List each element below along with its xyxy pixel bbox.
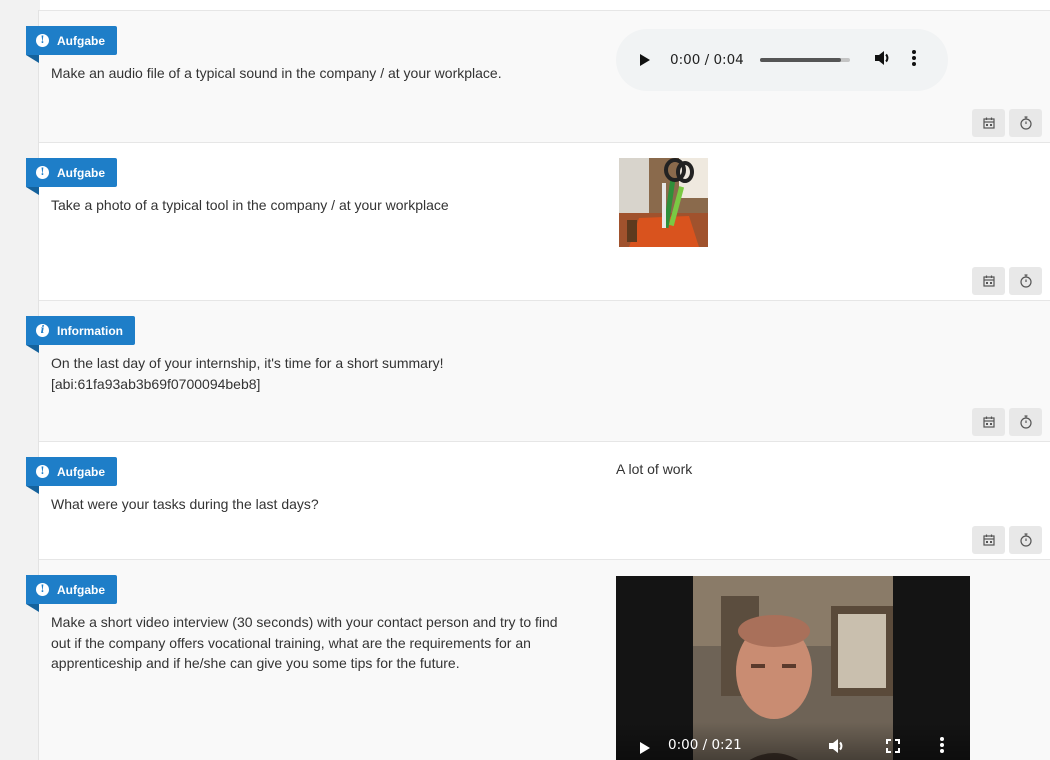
- info-badge: i Information: [26, 316, 135, 353]
- timer-button[interactable]: [1009, 267, 1042, 295]
- video-time: 0:00 / 0:21: [668, 737, 742, 753]
- video-controls: 0:00 / 0:21: [616, 722, 970, 760]
- info-circle-icon: i: [36, 324, 49, 337]
- task-entry-video: ! Aufgabe Make a short video interview (…: [26, 560, 1050, 760]
- volume-icon[interactable]: [874, 50, 892, 71]
- calendar-icon: [982, 534, 995, 546]
- task-description: What were your tasks during the last day…: [51, 496, 319, 512]
- stopwatch-icon: [1019, 274, 1032, 288]
- left-strip: [0, 0, 40, 760]
- video-player[interactable]: 0:00 / 0:21: [616, 576, 970, 760]
- task-text-line: apprenticeship and if he/she can give yo…: [51, 655, 460, 671]
- exclamation-circle-icon: !: [36, 166, 49, 179]
- fullscreen-icon[interactable]: [886, 739, 900, 758]
- schedule-button[interactable]: [972, 109, 1005, 137]
- play-icon[interactable]: [640, 54, 650, 66]
- info-text-line: [abi:61fa93ab3b69f0700094beb8]: [51, 375, 261, 392]
- entry-actions: [972, 267, 1042, 295]
- calendar-icon: [982, 416, 995, 428]
- task-text-line: out if the company offers vocational tra…: [51, 634, 531, 651]
- play-icon[interactable]: [640, 742, 650, 754]
- entry-actions: [972, 109, 1042, 137]
- stopwatch-icon: [1019, 116, 1032, 130]
- info-description: On the last day of your internship, it's…: [51, 353, 596, 394]
- badge-label: Aufgabe: [57, 464, 105, 479]
- stopwatch-icon: [1019, 533, 1032, 547]
- task-entry-tasks: ! Aufgabe What were your tasks during th…: [26, 442, 1050, 560]
- task-text-line: Make a short video interview (30 seconds…: [51, 614, 558, 630]
- task-badge: ! Aufgabe: [26, 575, 117, 612]
- stopwatch-icon: [1019, 415, 1032, 429]
- more-options-icon[interactable]: [940, 737, 944, 758]
- task-feed: ! Aufgabe Make an audio file of a typica…: [26, 10, 1050, 760]
- exclamation-circle-icon: !: [36, 465, 49, 478]
- task-entry-audio: ! Aufgabe Make an audio file of a typica…: [26, 10, 1050, 143]
- entry-actions: [972, 526, 1042, 554]
- badge-label: Aufgabe: [57, 582, 105, 597]
- exclamation-circle-icon: !: [36, 34, 49, 47]
- timer-button[interactable]: [1009, 526, 1042, 554]
- volume-icon[interactable]: [828, 738, 846, 759]
- calendar-icon: [982, 275, 995, 287]
- schedule-button[interactable]: [972, 267, 1005, 295]
- badge-label: Information: [57, 323, 123, 338]
- badge-label: Aufgabe: [57, 33, 105, 48]
- schedule-button[interactable]: [972, 408, 1005, 436]
- answer-text: A lot of work: [616, 461, 693, 477]
- task-badge: ! Aufgabe: [26, 26, 117, 63]
- task-description: Make an audio file of a typical sound in…: [51, 65, 502, 81]
- audio-progress: [759, 58, 841, 62]
- task-entry-photo: ! Aufgabe Take a photo of a typical tool…: [26, 143, 1050, 301]
- timer-button[interactable]: [1009, 408, 1042, 436]
- audio-time: 0:00 / 0:04: [670, 52, 744, 68]
- entry-actions: [972, 408, 1042, 436]
- exclamation-circle-icon: !: [36, 583, 49, 596]
- tool-photo[interactable]: [619, 158, 708, 247]
- task-description: Make a short video interview (30 seconds…: [51, 612, 596, 674]
- badge-label: Aufgabe: [57, 165, 105, 180]
- info-entry-summary: i Information On the last day of your in…: [26, 301, 1050, 442]
- schedule-button[interactable]: [972, 526, 1005, 554]
- info-text-line: On the last day of your internship, it's…: [51, 355, 444, 371]
- calendar-icon: [982, 117, 995, 129]
- more-options-icon[interactable]: [911, 49, 916, 71]
- audio-player[interactable]: 0:00 / 0:04: [616, 29, 948, 91]
- task-badge: ! Aufgabe: [26, 457, 117, 494]
- audio-seek-bar[interactable]: [759, 58, 850, 62]
- task-badge: ! Aufgabe: [26, 158, 117, 195]
- timer-button[interactable]: [1009, 109, 1042, 137]
- task-description: Take a photo of a typical tool in the co…: [51, 197, 449, 213]
